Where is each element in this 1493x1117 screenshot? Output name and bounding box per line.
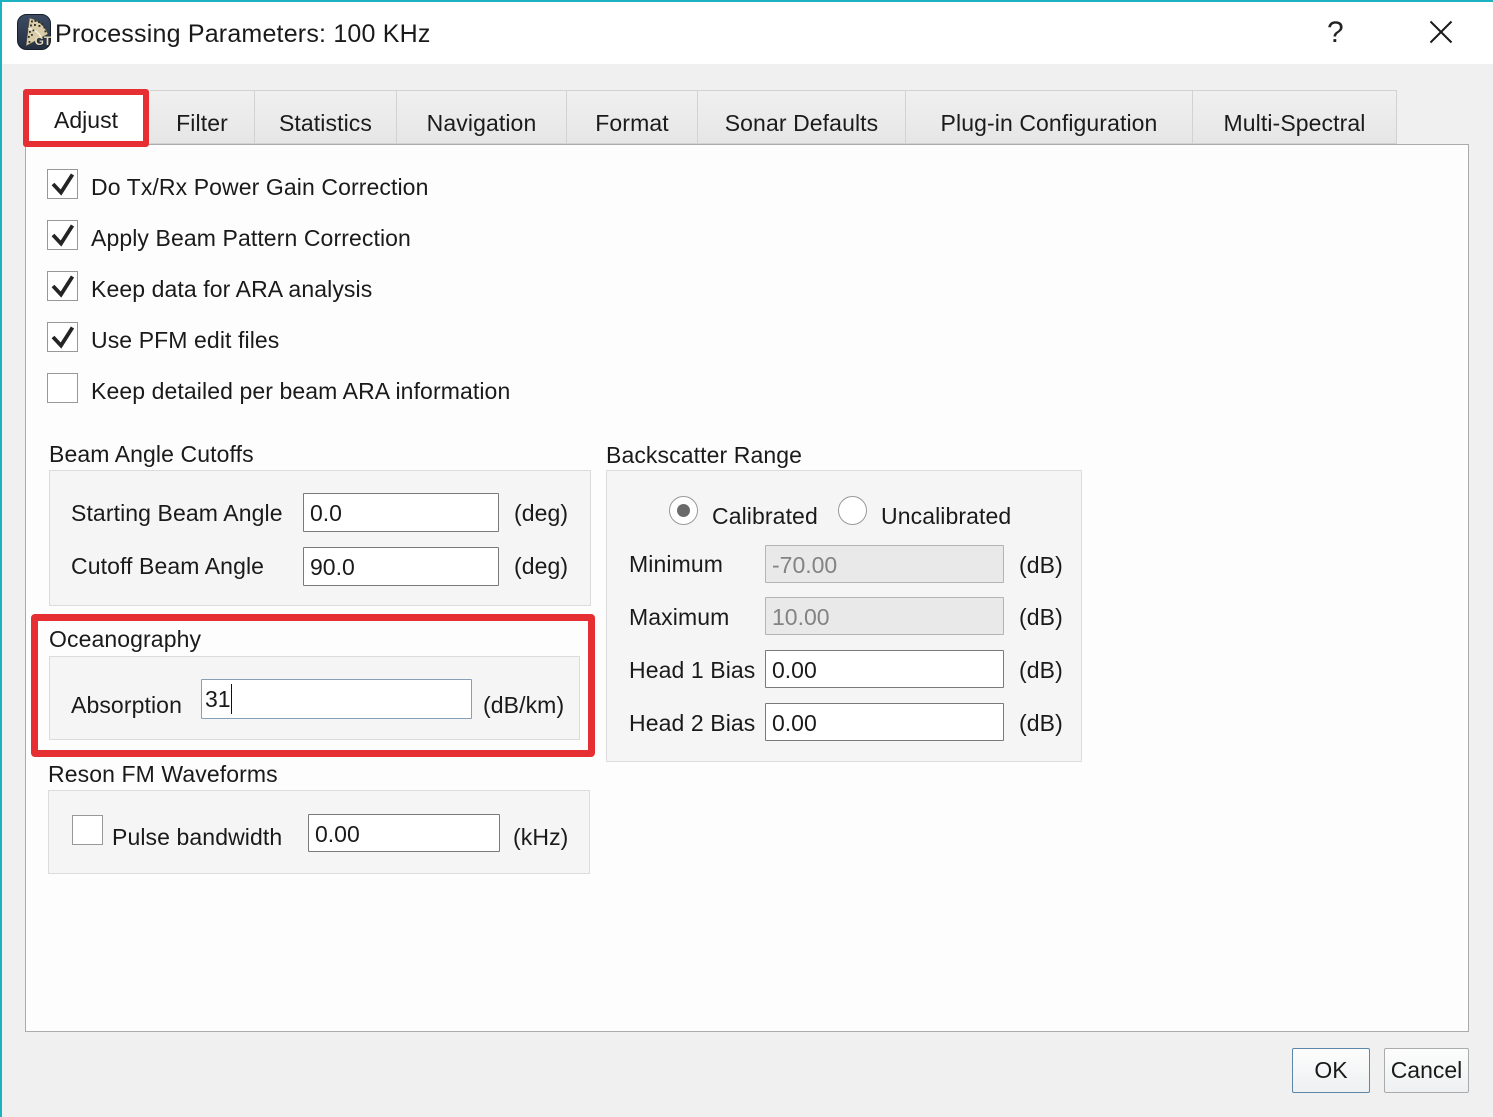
svg-text:GT: GT [35, 34, 51, 48]
